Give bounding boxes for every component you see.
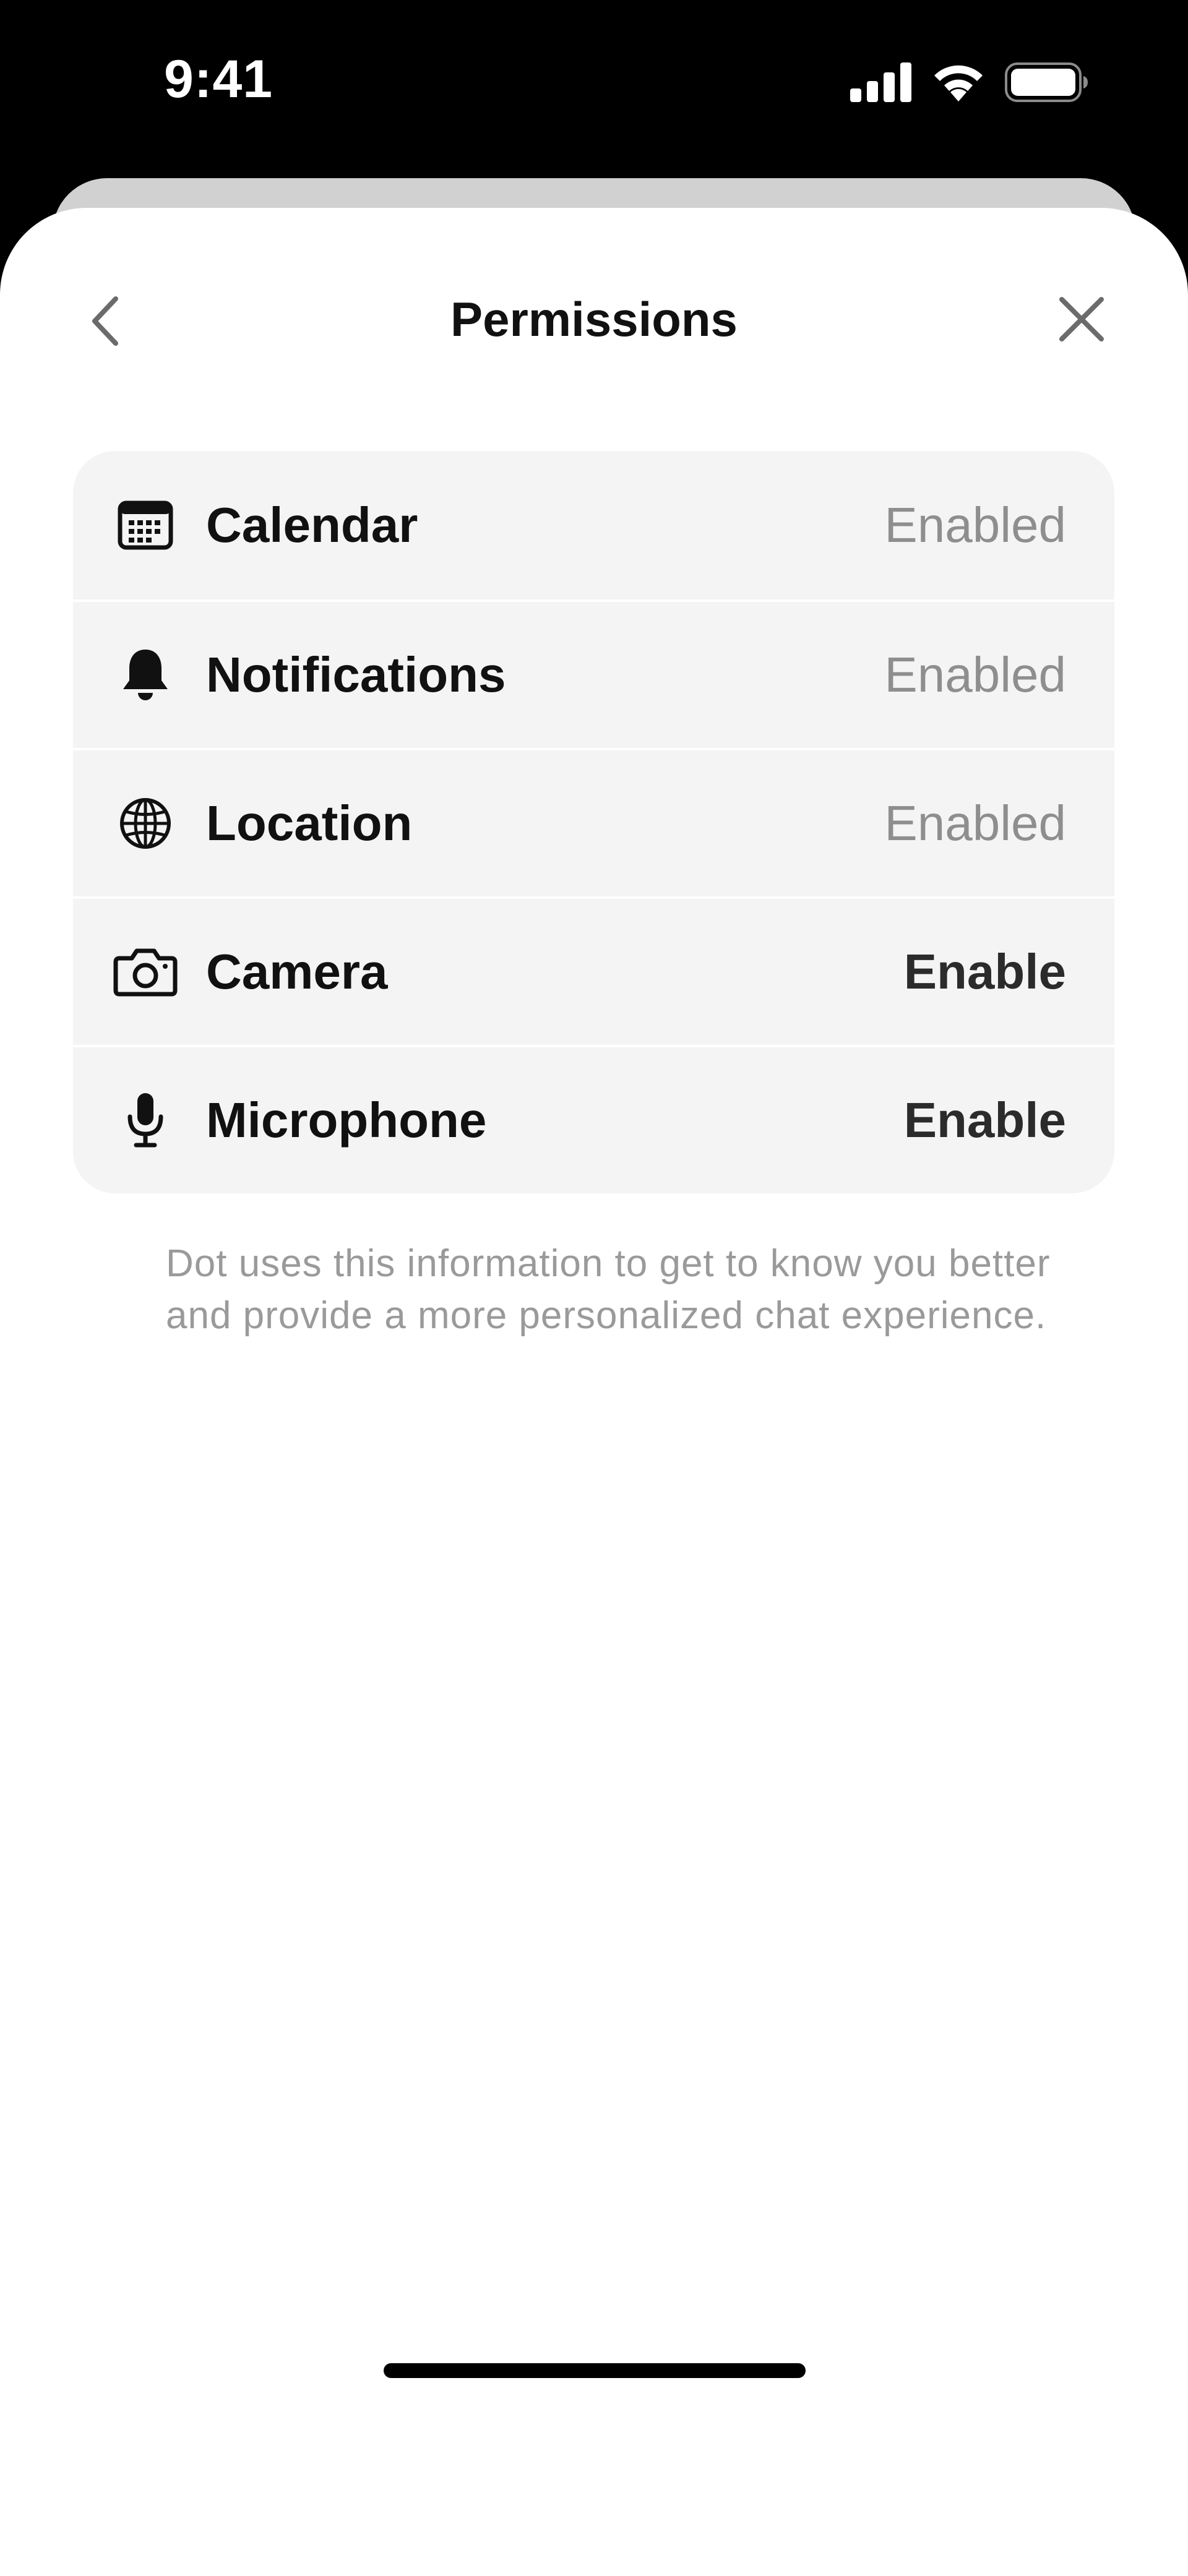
permission-label: Notifications [206, 647, 506, 702]
permission-row-microphone[interactable]: Microphone Enable [73, 1045, 1114, 1193]
permission-label: Location [206, 796, 413, 851]
camera-icon [111, 938, 179, 1006]
permission-row-notifications[interactable]: Notifications Enabled [73, 599, 1114, 748]
permission-label: Microphone [206, 1093, 487, 1148]
permissions-footnote: Dot uses this information to get to know… [166, 1242, 1051, 1337]
permissions-sheet: Permissions Calendar Enabled Notificatio… [0, 208, 1188, 2576]
status-icons [850, 62, 1089, 106]
home-indicator[interactable] [384, 2363, 806, 2378]
status-bar: 9:41 [0, 0, 1188, 179]
signal-icon [850, 62, 912, 105]
globe-icon [111, 789, 179, 857]
enable-camera-button[interactable]: Enable [904, 947, 1066, 997]
permission-label: Calendar [206, 497, 418, 552]
permissions-screen: 9:41 Permissions Calendar Enabled Notifi… [0, 0, 1188, 2576]
sheet-header: Permissions [0, 208, 1188, 431]
permission-row-calendar[interactable]: Calendar Enabled [73, 451, 1114, 599]
permission-status: Enabled [884, 796, 1066, 851]
status-time: 9:41 [164, 49, 273, 109]
permission-status: Enabled [884, 647, 1066, 702]
permission-status: Enabled [884, 497, 1066, 552]
permission-label: Camera [206, 944, 388, 999]
bell-icon [111, 641, 179, 709]
permission-row-location[interactable]: Location Enabled [73, 748, 1114, 896]
page-title: Permissions [450, 292, 738, 346]
battery-icon [1005, 62, 1089, 105]
close-icon [1058, 296, 1105, 346]
microphone-icon [111, 1086, 179, 1154]
enable-microphone-button[interactable]: Enable [904, 1096, 1066, 1145]
permissions-list: Calendar Enabled Notifications Enabled L… [73, 451, 1114, 1193]
permission-row-camera[interactable]: Camera Enable [73, 896, 1114, 1045]
wifi-icon [931, 62, 986, 106]
close-button[interactable] [1052, 291, 1111, 350]
calendar-icon [111, 491, 179, 559]
